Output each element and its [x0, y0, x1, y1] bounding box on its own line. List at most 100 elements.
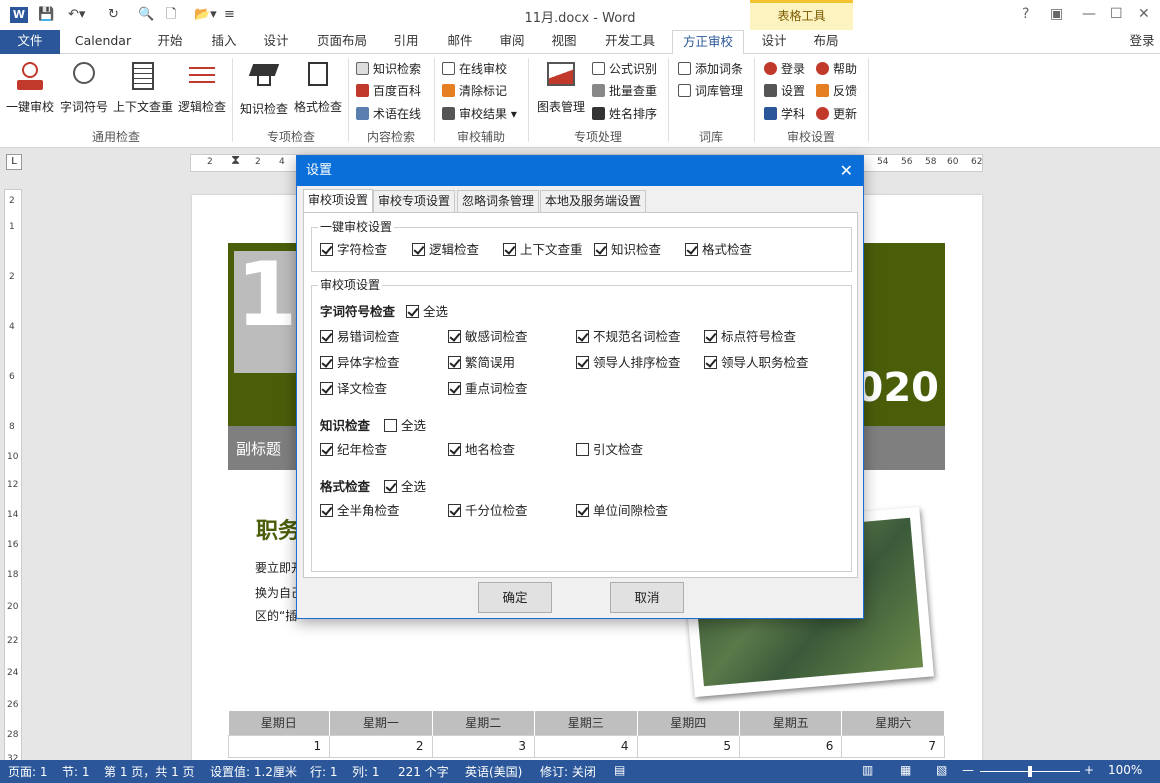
minimize-icon[interactable]: —: [1082, 6, 1096, 22]
maximize-icon[interactable]: ☐: [1110, 6, 1123, 22]
update-button[interactable]: 更新: [816, 104, 857, 124]
ribbon-options-icon[interactable]: ▣: [1050, 6, 1063, 22]
knowledge-search-button[interactable]: 知识检索: [356, 59, 421, 79]
knowledge-check-button[interactable]: 知识检查: [238, 58, 290, 117]
status-words[interactable]: 221 个字: [398, 763, 449, 780]
name-sort-button[interactable]: 姓名排序: [592, 104, 657, 124]
calendar-cell[interactable]: 5: [636, 734, 740, 758]
calendar-cell[interactable]: 7: [841, 734, 945, 758]
status-setting[interactable]: 设置值: 1.2厘米: [210, 763, 297, 780]
login-link[interactable]: 登录: [1124, 30, 1160, 54]
checkbox-nonstandard[interactable]: 不规范名词检查: [576, 329, 681, 345]
checkbox-leader-title[interactable]: 领导人职务检查: [704, 355, 809, 371]
tab-local-server[interactable]: 本地及服务端设置: [540, 190, 647, 212]
web-layout-icon[interactable]: ▧: [936, 763, 947, 777]
dialog-title-bar[interactable]: 设置 ✕: [297, 156, 863, 186]
checkbox-variant-char[interactable]: 异体字检查: [320, 355, 400, 371]
batch-duplicate-button[interactable]: 批量查重: [592, 81, 657, 101]
checkbox-typo[interactable]: 易错词检查: [320, 329, 400, 345]
indent-marker-icon[interactable]: ⧗: [231, 153, 240, 168]
char-symbol-button[interactable]: 字词符号: [58, 58, 110, 115]
checkbox-knowledge-all[interactable]: 全选: [384, 418, 426, 434]
close-window-icon[interactable]: ✕: [1138, 6, 1150, 22]
tab-special-items[interactable]: 审校专项设置: [373, 190, 456, 212]
cancel-button[interactable]: 取消: [610, 582, 684, 613]
help-button[interactable]: ?: [1022, 6, 1029, 22]
checkbox-era[interactable]: 纪年检查: [320, 442, 387, 458]
context-duplicate-button[interactable]: 上下文查重: [112, 58, 174, 115]
tab-developer[interactable]: 开发工具: [598, 30, 662, 54]
calendar-cell[interactable]: 3: [431, 734, 536, 758]
checkbox-translation[interactable]: 译文检查: [320, 381, 387, 397]
checkbox-trad-simp[interactable]: 繁简误用: [448, 355, 515, 371]
feedback-button[interactable]: 反馈: [816, 81, 857, 101]
status-row[interactable]: 行: 1: [310, 763, 338, 780]
term-online-button[interactable]: 术语在线: [356, 104, 421, 124]
tab-table-layout[interactable]: 布局: [806, 30, 846, 54]
tab-table-design[interactable]: 设计: [754, 30, 794, 54]
online-review-button[interactable]: 在线审校: [442, 59, 507, 79]
checkbox-thousands-sep[interactable]: 千分位检查: [448, 503, 528, 519]
tab-home[interactable]: 开始: [150, 30, 190, 54]
checkbox-logic-check[interactable]: 逻辑检查: [412, 242, 479, 258]
checkbox-leader-order[interactable]: 领导人排序检查: [576, 355, 681, 371]
calendar-cell[interactable]: 2: [329, 734, 433, 758]
status-col[interactable]: 列: 1: [352, 763, 380, 780]
tab-view[interactable]: 视图: [544, 30, 584, 54]
close-icon[interactable]: ✕: [840, 156, 853, 186]
format-check-button[interactable]: 格式检查: [292, 58, 344, 115]
checkbox-format[interactable]: 格式检查: [685, 242, 752, 258]
status-revision[interactable]: 修订: 关闭: [540, 763, 596, 780]
tab-stop-selector[interactable]: L: [6, 154, 22, 170]
calendar-cell[interactable]: 4: [534, 734, 638, 758]
tab-ignore-entries[interactable]: 忽略词条管理: [457, 190, 540, 212]
checkbox-unit-gap[interactable]: 单位间隙检查: [576, 503, 668, 519]
tab-file[interactable]: 文件: [0, 30, 60, 54]
status-page[interactable]: 页面: 1: [8, 763, 48, 780]
help-ribbon-button[interactable]: 帮助: [816, 59, 857, 79]
one-click-review-button[interactable]: 一键审校: [4, 58, 56, 115]
lexicon-manage-button[interactable]: 词库管理: [678, 81, 743, 101]
zoom-in-icon[interactable]: +: [1084, 763, 1094, 777]
subject-button[interactable]: 学科: [764, 104, 805, 124]
settings-button[interactable]: 设置: [764, 81, 805, 101]
tab-insert[interactable]: 插入: [204, 30, 244, 54]
tab-fangzheng-review[interactable]: 方正审校: [672, 30, 744, 55]
tab-design[interactable]: 设计: [256, 30, 296, 54]
tab-mailings[interactable]: 邮件: [440, 30, 480, 54]
review-results-button[interactable]: 审校结果 ▾: [442, 104, 517, 124]
tab-calendar[interactable]: Calendar: [72, 30, 134, 54]
checkbox-place-name[interactable]: 地名检查: [448, 442, 515, 458]
zoom-slider-thumb[interactable]: [1028, 766, 1032, 777]
baidu-baike-button[interactable]: 百度百科: [356, 81, 421, 101]
logic-check-button[interactable]: 逻辑检查: [176, 58, 228, 115]
read-mode-icon[interactable]: ▥: [862, 763, 873, 777]
chart-manage-button[interactable]: 图表管理: [534, 58, 588, 115]
checkbox-context-dup[interactable]: 上下文查重: [503, 242, 583, 258]
checkbox-knowledge[interactable]: 知识检查: [594, 242, 661, 258]
checkbox-punctuation[interactable]: 标点符号检查: [704, 329, 796, 345]
checkbox-char-all[interactable]: 全选: [406, 304, 448, 320]
calendar-cell[interactable]: 6: [738, 734, 843, 758]
checkbox-sensitive[interactable]: 敏感词检查: [448, 329, 528, 345]
tab-references[interactable]: 引用: [386, 30, 426, 54]
login-button[interactable]: 登录: [764, 59, 805, 79]
zoom-level[interactable]: 100%: [1108, 763, 1142, 777]
checkbox-key-words[interactable]: 重点词检查: [448, 381, 528, 397]
calendar-cell[interactable]: 1: [227, 734, 331, 758]
status-section[interactable]: 节: 1: [62, 763, 90, 780]
add-entry-button[interactable]: 添加词条: [678, 59, 743, 79]
checkbox-format-all[interactable]: 全选: [384, 479, 426, 495]
vertical-ruler[interactable]: 2 1 2 4 6 8 10 12 14 16 18 20 22 24 26 2…: [4, 189, 22, 760]
print-layout-icon[interactable]: ▦: [900, 763, 911, 777]
tab-review[interactable]: 审阅: [492, 30, 532, 54]
zoom-out-icon[interactable]: —: [962, 763, 974, 777]
formula-recognize-button[interactable]: 公式识别: [592, 59, 657, 79]
status-pages[interactable]: 第 1 页，共 1 页: [104, 763, 195, 780]
status-language[interactable]: 英语(美国): [465, 763, 522, 780]
tab-review-items[interactable]: 审校项设置: [303, 189, 374, 213]
clear-marks-button[interactable]: 清除标记: [442, 81, 507, 101]
macro-record-icon[interactable]: ▤: [614, 763, 625, 777]
checkbox-citation[interactable]: 引文检查: [576, 442, 643, 458]
ok-button[interactable]: 确定: [478, 582, 552, 613]
